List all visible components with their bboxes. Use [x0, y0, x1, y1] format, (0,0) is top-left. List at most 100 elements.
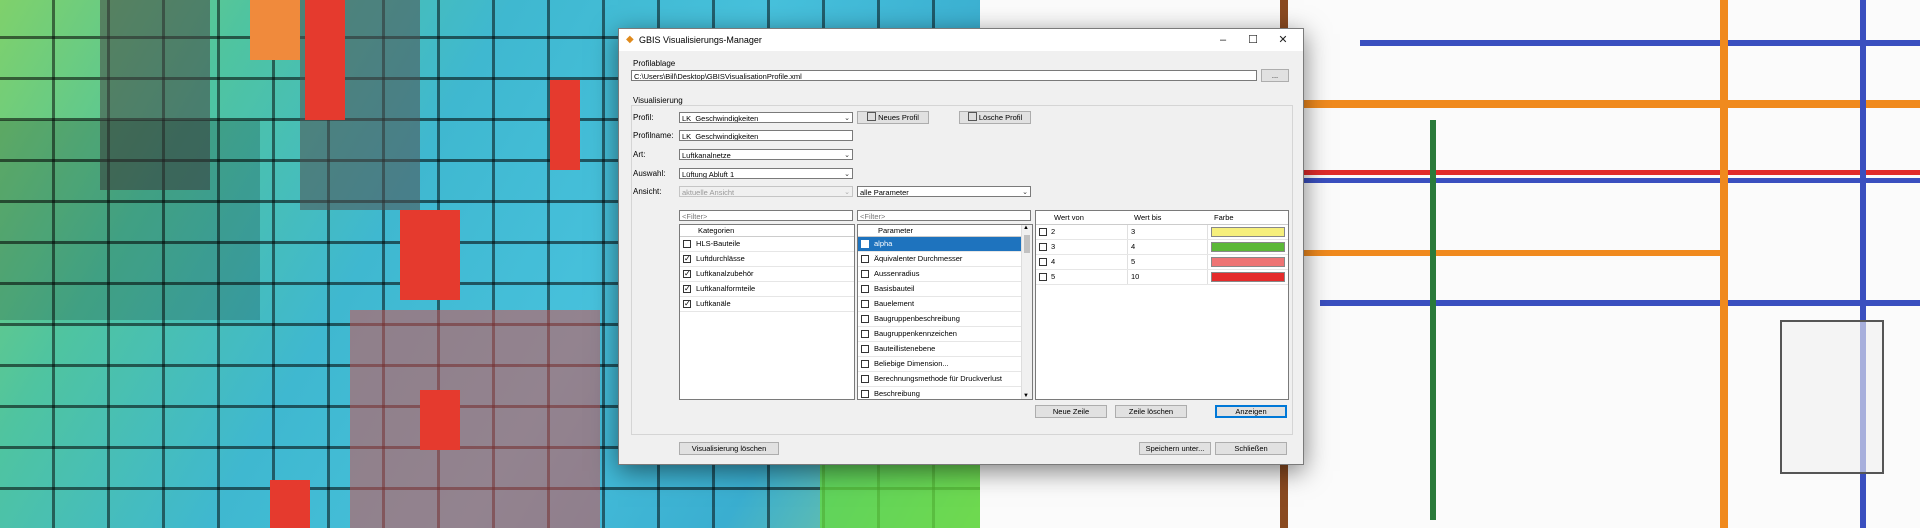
- checkbox-unchecked[interactable]: [861, 240, 869, 248]
- anzeigen-button[interactable]: Anzeigen: [1215, 405, 1287, 418]
- wert-bis-cell[interactable]: 4: [1128, 240, 1208, 254]
- browse-button[interactable]: ...: [1261, 69, 1289, 82]
- chevron-down-icon: ⌄: [1022, 189, 1028, 196]
- bg-red-element: [550, 80, 580, 170]
- parameter-row[interactable]: Beschreibung: [858, 387, 1022, 399]
- neue-zeile-button[interactable]: Neue Zeile: [1035, 405, 1107, 418]
- kategorie-label: Luftkanalzubehör: [696, 269, 754, 278]
- checkbox-checked[interactable]: ✓: [683, 270, 691, 278]
- checkbox-unchecked[interactable]: [861, 345, 869, 353]
- wert-bis-cell[interactable]: 3: [1128, 225, 1208, 239]
- profilname-field[interactable]: LK_Geschwindigkeiten: [679, 130, 853, 141]
- schliessen-button[interactable]: Schließen: [1215, 442, 1287, 455]
- kategorie-row[interactable]: ✓ Luftdurchlässe: [680, 252, 854, 267]
- checkbox-unchecked[interactable]: [861, 255, 869, 263]
- kategorie-label: Luftkanäle: [696, 299, 731, 308]
- checkbox-unchecked[interactable]: [1039, 258, 1047, 266]
- parameter-row[interactable]: Basisbauteil: [858, 282, 1022, 297]
- kategorien-filter-input[interactable]: <Filter>: [679, 210, 853, 221]
- chevron-down-icon: ⌄: [844, 171, 850, 178]
- scroll-up-icon[interactable]: ▲: [1023, 225, 1029, 231]
- bg-wall-block: [0, 120, 260, 320]
- parameter-row[interactable]: Baugruppenkennzeichen: [858, 327, 1022, 342]
- werte-table: Wert von Wert bis Farbe 2 3 3 4 4 5 5 10: [1035, 210, 1289, 400]
- parameter-label: Baugruppenbeschreibung: [874, 314, 960, 323]
- parameter-scope-value: alle Parameter: [860, 188, 909, 197]
- werte-row[interactable]: 45: [1036, 255, 1288, 270]
- checkbox-checked[interactable]: ✓: [683, 255, 691, 263]
- parameter-row[interactable]: Äquivalenter Durchmesser: [858, 252, 1022, 267]
- farbe-swatch[interactable]: [1211, 272, 1285, 282]
- parameter-row[interactable]: Bauteilliste­nebene: [858, 342, 1022, 357]
- farbe-swatch[interactable]: [1211, 227, 1285, 237]
- scroll-down-icon[interactable]: ▼: [1023, 393, 1029, 399]
- ansicht-combobox[interactable]: aktuelle Ansicht ⌄: [679, 186, 853, 197]
- ansicht-value: aktuelle Ansicht: [682, 188, 735, 197]
- werte-row[interactable]: 5 10: [1036, 270, 1288, 285]
- minimize-button[interactable]: –: [1209, 32, 1237, 48]
- parameter-row[interactable]: alpha: [858, 237, 1022, 252]
- wert-von-cell[interactable]: 4: [1048, 255, 1128, 269]
- wert-von-cell[interactable]: 3: [1048, 240, 1128, 254]
- werte-row[interactable]: 23: [1036, 225, 1288, 240]
- checkbox-unchecked[interactable]: [861, 330, 869, 338]
- checkbox-unchecked[interactable]: [861, 360, 869, 368]
- parameter-row[interactable]: Baugruppenbeschreibung: [858, 312, 1022, 327]
- parameter-row[interactable]: Bauelement: [858, 297, 1022, 312]
- parameter-scope-combobox[interactable]: alle Parameter ⌄: [857, 186, 1031, 197]
- bg-red-element: [400, 210, 460, 300]
- kategorien-list: Kategorien HLS-Bauteile ✓ Luftdurchlässe ✓ L…: [679, 224, 855, 400]
- checkbox-unchecked[interactable]: [861, 270, 869, 278]
- kategorie-row[interactable]: ✓ Luftkanäle: [680, 297, 854, 312]
- checkbox-unchecked[interactable]: [861, 390, 869, 398]
- zeile-loeschen-button[interactable]: Zeile löschen: [1115, 405, 1187, 418]
- maximize-button[interactable]: ☐: [1239, 32, 1267, 48]
- checkbox-checked[interactable]: ✓: [683, 300, 691, 308]
- visualisierungs-manager-dialog: ◆ GBIS Visualisierungs-Manager – ☐ ✕ Pro…: [618, 28, 1304, 465]
- checkbox-unchecked[interactable]: [861, 315, 869, 323]
- farbe-header: Farbe: [1214, 213, 1234, 222]
- checkbox-unchecked[interactable]: [1039, 273, 1047, 281]
- title-bar: ◆ GBIS Visualisierungs-Manager – ☐ ✕: [619, 29, 1303, 51]
- werte-row[interactable]: 34: [1036, 240, 1288, 255]
- kategorie-row[interactable]: ✓ Luftkanalformteile: [680, 282, 854, 297]
- kategorie-row[interactable]: ✓ Luftkanalzubehör: [680, 267, 854, 282]
- loesche-profil-button[interactable]: Lösche Profil: [959, 111, 1031, 124]
- checkbox-unchecked[interactable]: [1039, 243, 1047, 251]
- checkbox-unchecked[interactable]: [1039, 228, 1047, 236]
- neues-profil-button[interactable]: Neues Profil: [857, 111, 929, 124]
- new-profile-icon: [867, 112, 877, 121]
- wert-bis-cell[interactable]: 5: [1128, 255, 1208, 269]
- profilablage-path-field[interactable]: C:\Users\Bill\Desktop\GBISVisualisationP…: [631, 70, 1257, 81]
- profil-combobox[interactable]: LK_Geschwindigkeiten ⌄: [679, 112, 853, 123]
- art-combobox[interactable]: Luftkanalnetze ⌄: [679, 149, 853, 160]
- kategorie-row[interactable]: HLS-Bauteile: [680, 237, 854, 252]
- profil-label: Profil:: [633, 113, 654, 122]
- bg-red-element: [270, 480, 310, 528]
- scrollbar-thumb[interactable]: [1024, 235, 1030, 253]
- checkbox-checked[interactable]: ✓: [683, 285, 691, 293]
- farbe-swatch[interactable]: [1211, 242, 1285, 252]
- close-button[interactable]: ✕: [1269, 32, 1297, 48]
- bg-orange-element: [250, 0, 300, 60]
- neues-profil-label: Neues Profil: [878, 113, 919, 122]
- speichern-unter-button[interactable]: Speichern unter...: [1139, 442, 1211, 455]
- checkbox-unchecked[interactable]: [683, 240, 691, 248]
- checkbox-unchecked[interactable]: [861, 300, 869, 308]
- parameter-scrollbar[interactable]: ▲ ▼: [1021, 225, 1032, 399]
- farbe-swatch[interactable]: [1211, 257, 1285, 267]
- checkbox-unchecked[interactable]: [861, 285, 869, 293]
- wert-von-cell[interactable]: 5: [1048, 270, 1128, 284]
- parameter-label: Beschreibung: [874, 389, 920, 398]
- parameter-row[interactable]: Aussenradius: [858, 267, 1022, 282]
- auswahl-label: Auswahl:: [633, 169, 666, 178]
- parameter-filter-input[interactable]: <Filter>: [857, 210, 1031, 221]
- parameter-row[interactable]: Beliebige Dimension...: [858, 357, 1022, 372]
- wert-bis-cell[interactable]: 10: [1128, 270, 1208, 284]
- wert-von-cell[interactable]: 2: [1048, 225, 1128, 239]
- parameter-row[interactable]: Berechnungsmethode für Druckverlust: [858, 372, 1022, 387]
- visualisierung-loeschen-button[interactable]: Visualisierung löschen: [679, 442, 779, 455]
- bg-pipe: [1360, 40, 1920, 46]
- auswahl-combobox[interactable]: Lüftung Abluft 1 ⌄: [679, 168, 853, 179]
- checkbox-unchecked[interactable]: [861, 375, 869, 383]
